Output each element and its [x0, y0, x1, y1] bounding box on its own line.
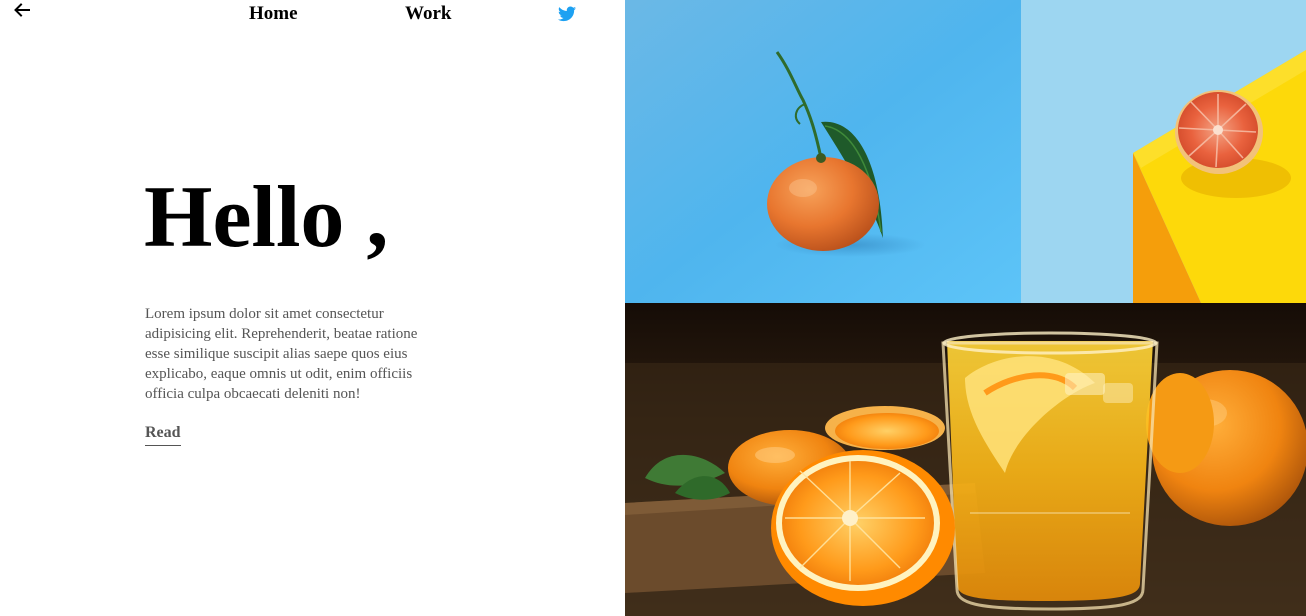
arrow-left-icon[interactable]: [12, 0, 32, 20]
nav-link-work[interactable]: Work: [405, 3, 451, 25]
image-gallery: [625, 0, 1306, 616]
read-link[interactable]: Read: [145, 423, 181, 446]
intro-panel: Home Work Hello , Lorem ipsum dolor sit …: [0, 0, 625, 616]
orange-juice-image: [625, 303, 1306, 616]
hero-paragraph: Lorem ipsum dolor sit amet consectetur a…: [145, 306, 418, 402]
nav-link-home[interactable]: Home: [249, 3, 298, 25]
hero-title: Hello ,: [144, 169, 389, 266]
twitter-icon[interactable]: [558, 6, 576, 22]
grapefruit-image: [1021, 0, 1306, 303]
tangerine-image: [625, 0, 1021, 303]
